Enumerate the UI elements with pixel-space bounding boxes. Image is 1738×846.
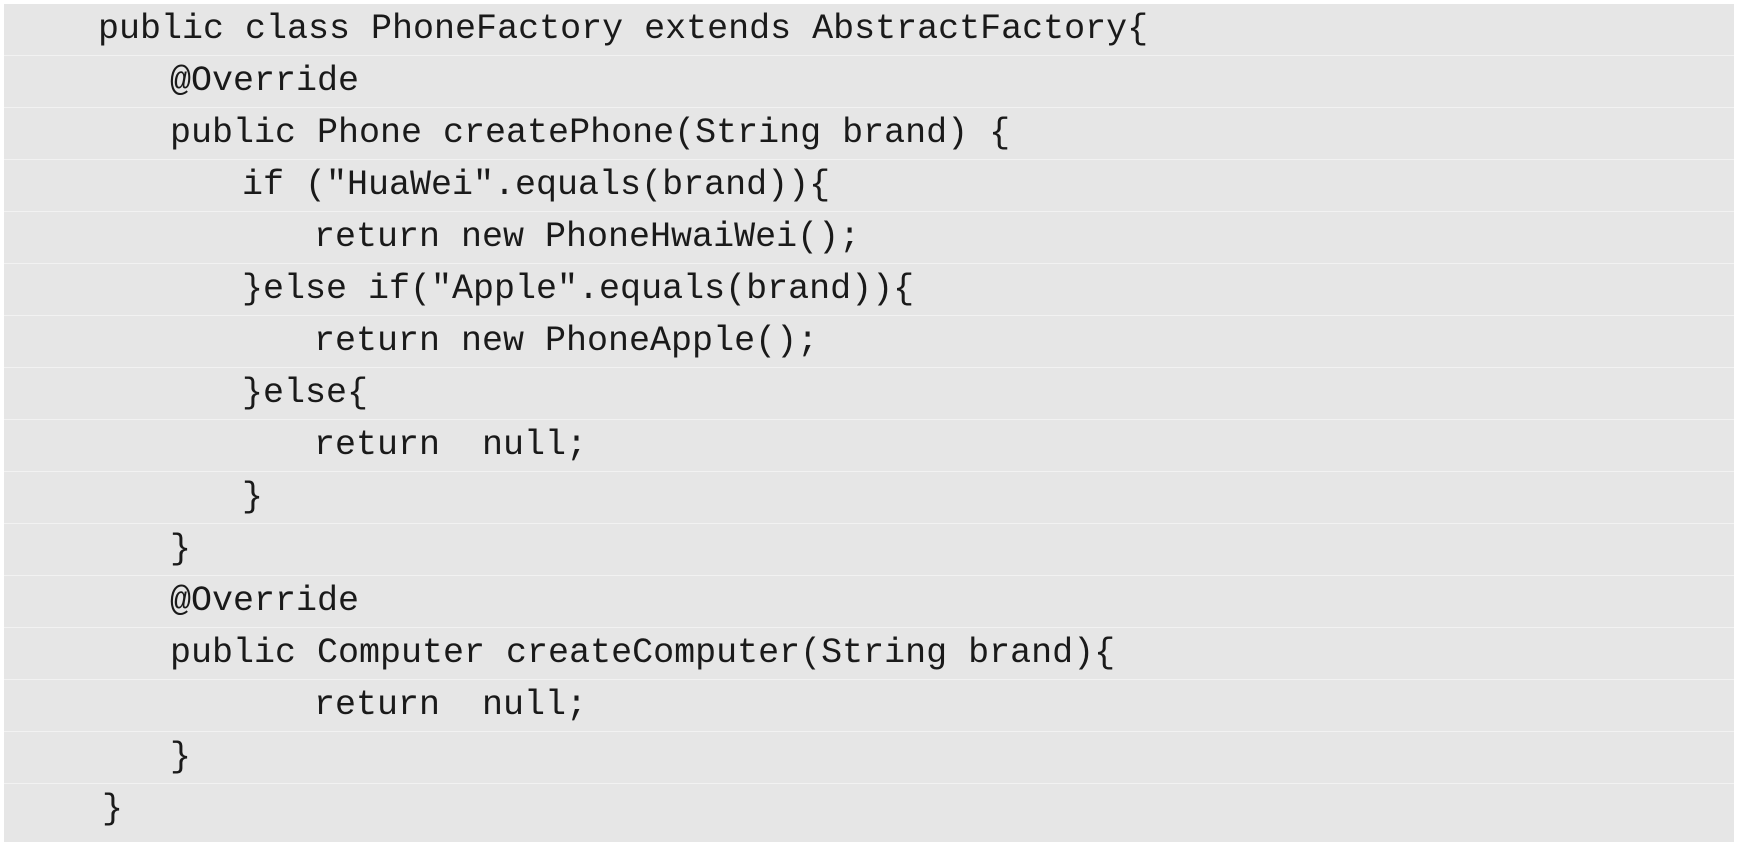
code-line: }else if("Apple".equals(brand)){ [4,264,1734,316]
code-line: if ("HuaWei".equals(brand)){ [4,160,1734,212]
code-line-text: }else if("Apple".equals(brand)){ [242,269,915,309]
code-line: @Override [4,56,1734,108]
code-line-text: return new PhoneHwaiWei(); [314,217,861,257]
code-line-text: public class PhoneFactory extends Abstra… [98,9,1149,49]
code-line-text: return new PhoneApple(); [314,321,819,361]
code-line: } [4,524,1734,576]
code-line: } [4,472,1734,524]
code-line-text: public Phone createPhone(String brand) { [170,113,1011,153]
code-line-text: } [102,789,124,829]
code-line-text: return null; [314,425,588,465]
code-line-text: @Override [170,61,360,101]
code-line-text: public Computer createComputer(String br… [170,633,1116,673]
code-line-text: if ("HuaWei".equals(brand)){ [242,165,831,205]
code-line-text: } [242,477,264,517]
code-line: } [4,732,1734,784]
code-line-text: @Override [170,581,360,621]
code-line: public Computer createComputer(String br… [4,628,1734,680]
code-line-text: } [170,737,192,777]
code-block: public class PhoneFactory extends Abstra… [4,4,1734,842]
code-line: return new PhoneHwaiWei(); [4,212,1734,264]
code-line: public Phone createPhone(String brand) { [4,108,1734,160]
code-line: return null; [4,420,1734,472]
code-line-text: } [170,529,192,569]
code-line: public class PhoneFactory extends Abstra… [4,4,1734,56]
code-line-text: }else{ [242,373,369,413]
code-line: return new PhoneApple(); [4,316,1734,368]
code-line: } [4,784,1734,836]
code-line: @Override [4,576,1734,628]
code-line: return null; [4,680,1734,732]
code-line-text: return null; [314,685,588,725]
code-line: }else{ [4,368,1734,420]
